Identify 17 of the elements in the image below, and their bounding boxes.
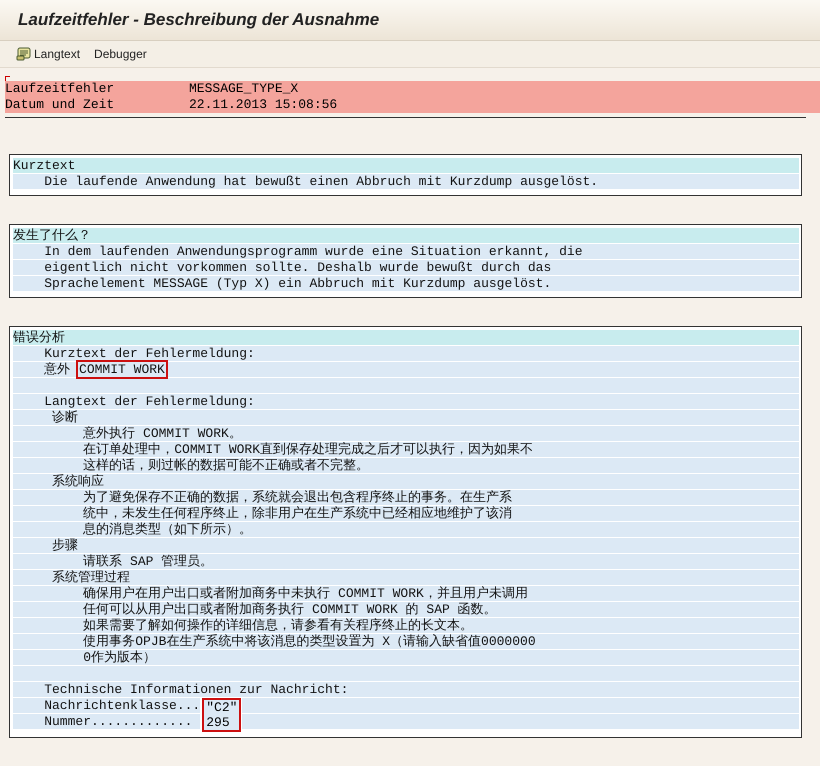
field-label: Nachrichtenklasse...	[13, 698, 200, 714]
highlighted-text: COMMIT WORK	[78, 362, 166, 377]
header-label: Laufzeitfehler	[5, 81, 116, 97]
section-title: 发生了什么？	[13, 228, 799, 244]
field-value: 295	[206, 715, 231, 730]
header-value: MESSAGE_TYPE_X	[189, 81, 298, 97]
langtext-button[interactable]: Langtext	[12, 45, 84, 63]
field-value: "C2"	[206, 700, 238, 715]
debugger-button[interactable]: Debugger	[90, 45, 151, 63]
field-label: Nummer.............	[13, 714, 200, 730]
section-title: Kurztext	[13, 158, 799, 174]
header-label: Datum und Zeit	[5, 97, 116, 113]
header-value: 22.11.2013 15:08:56	[189, 97, 338, 113]
window-title: Laufzeitfehler - Beschreibung der Ausnahme	[18, 10, 380, 30]
scroll-icon	[16, 47, 32, 61]
text-line: 意外	[43, 362, 70, 377]
section-title: 错误分析	[13, 330, 799, 346]
